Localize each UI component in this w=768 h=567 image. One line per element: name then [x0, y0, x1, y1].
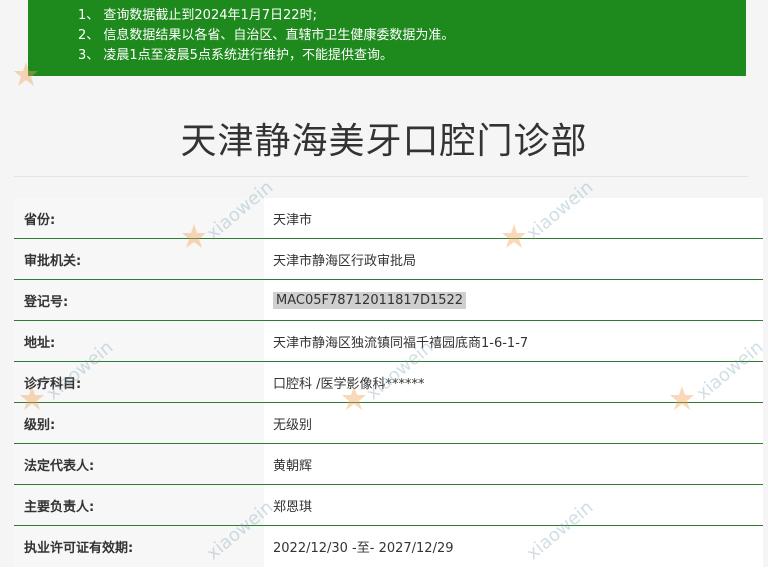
row-value-principal: 郑恩琪: [264, 485, 763, 525]
page-title: 天津静海美牙口腔门诊部: [180, 121, 588, 162]
row-value-level: 无级别: [264, 403, 763, 443]
notice-line-2: 2、 信息数据结果以各省、自治区、直辖市卫生健康委数据为准。: [78, 28, 455, 43]
notice-banner: 1、 查询数据截止到2024年1月7日22时; 2、 信息数据结果以各省、自治区…: [28, 0, 746, 76]
divider: [14, 176, 748, 177]
row-value-legal-rep: 黄朝辉: [264, 444, 763, 484]
row-label-legal-rep: 法定代表人:: [14, 444, 264, 484]
table-row: 地址: 天津市静海区独流镇同福千禧园底商1-6-1-7: [14, 321, 763, 362]
row-value-address: 天津市静海区独流镇同福千禧园底商1-6-1-7: [264, 321, 763, 361]
row-label-authority: 审批机关:: [14, 239, 264, 279]
table-row: 登记号: MAC05F78712011817D1522: [14, 280, 763, 321]
table-row: 审批机关: 天津市静海区行政审批局: [14, 239, 763, 280]
notice-line-1: 1、 查询数据截止到2024年1月7日22时;: [78, 8, 317, 23]
row-label-level: 级别:: [14, 403, 264, 443]
row-value-province: 天津市: [264, 198, 763, 238]
row-label-registration: 登记号:: [14, 280, 264, 320]
row-label-province: 省份:: [14, 198, 264, 238]
row-label-address: 地址:: [14, 321, 264, 361]
row-label-principal: 主要负责人:: [14, 485, 264, 525]
table-row: 法定代表人: 黄朝辉: [14, 444, 763, 485]
row-label-validity: 执业许可证有效期:: [14, 526, 264, 567]
info-table: 省份: 天津市 审批机关: 天津市静海区行政审批局 登记号: MAC05F787…: [14, 198, 763, 567]
registration-number: MAC05F78712011817D1522: [273, 291, 467, 309]
notice-line-3: 3、 凌晨1点至凌晨5点系统进行维护，不能提供查询。: [78, 48, 393, 63]
row-value-validity: 2022/12/30 -至- 2027/12/29: [264, 526, 763, 567]
table-row: 主要负责人: 郑恩琪: [14, 485, 763, 526]
table-row: 省份: 天津市: [14, 198, 763, 239]
row-label-departments: 诊疗科目:: [14, 362, 264, 402]
table-row: 执业许可证有效期: 2022/12/30 -至- 2027/12/29: [14, 526, 763, 567]
table-row: 级别: 无级别: [14, 403, 763, 444]
row-value-departments: 口腔科 /医学影像科******: [264, 362, 763, 402]
table-row: 诊疗科目: 口腔科 /医学影像科******: [14, 362, 763, 403]
row-value-registration: MAC05F78712011817D1522: [264, 280, 763, 320]
row-value-authority: 天津市静海区行政审批局: [264, 239, 763, 279]
